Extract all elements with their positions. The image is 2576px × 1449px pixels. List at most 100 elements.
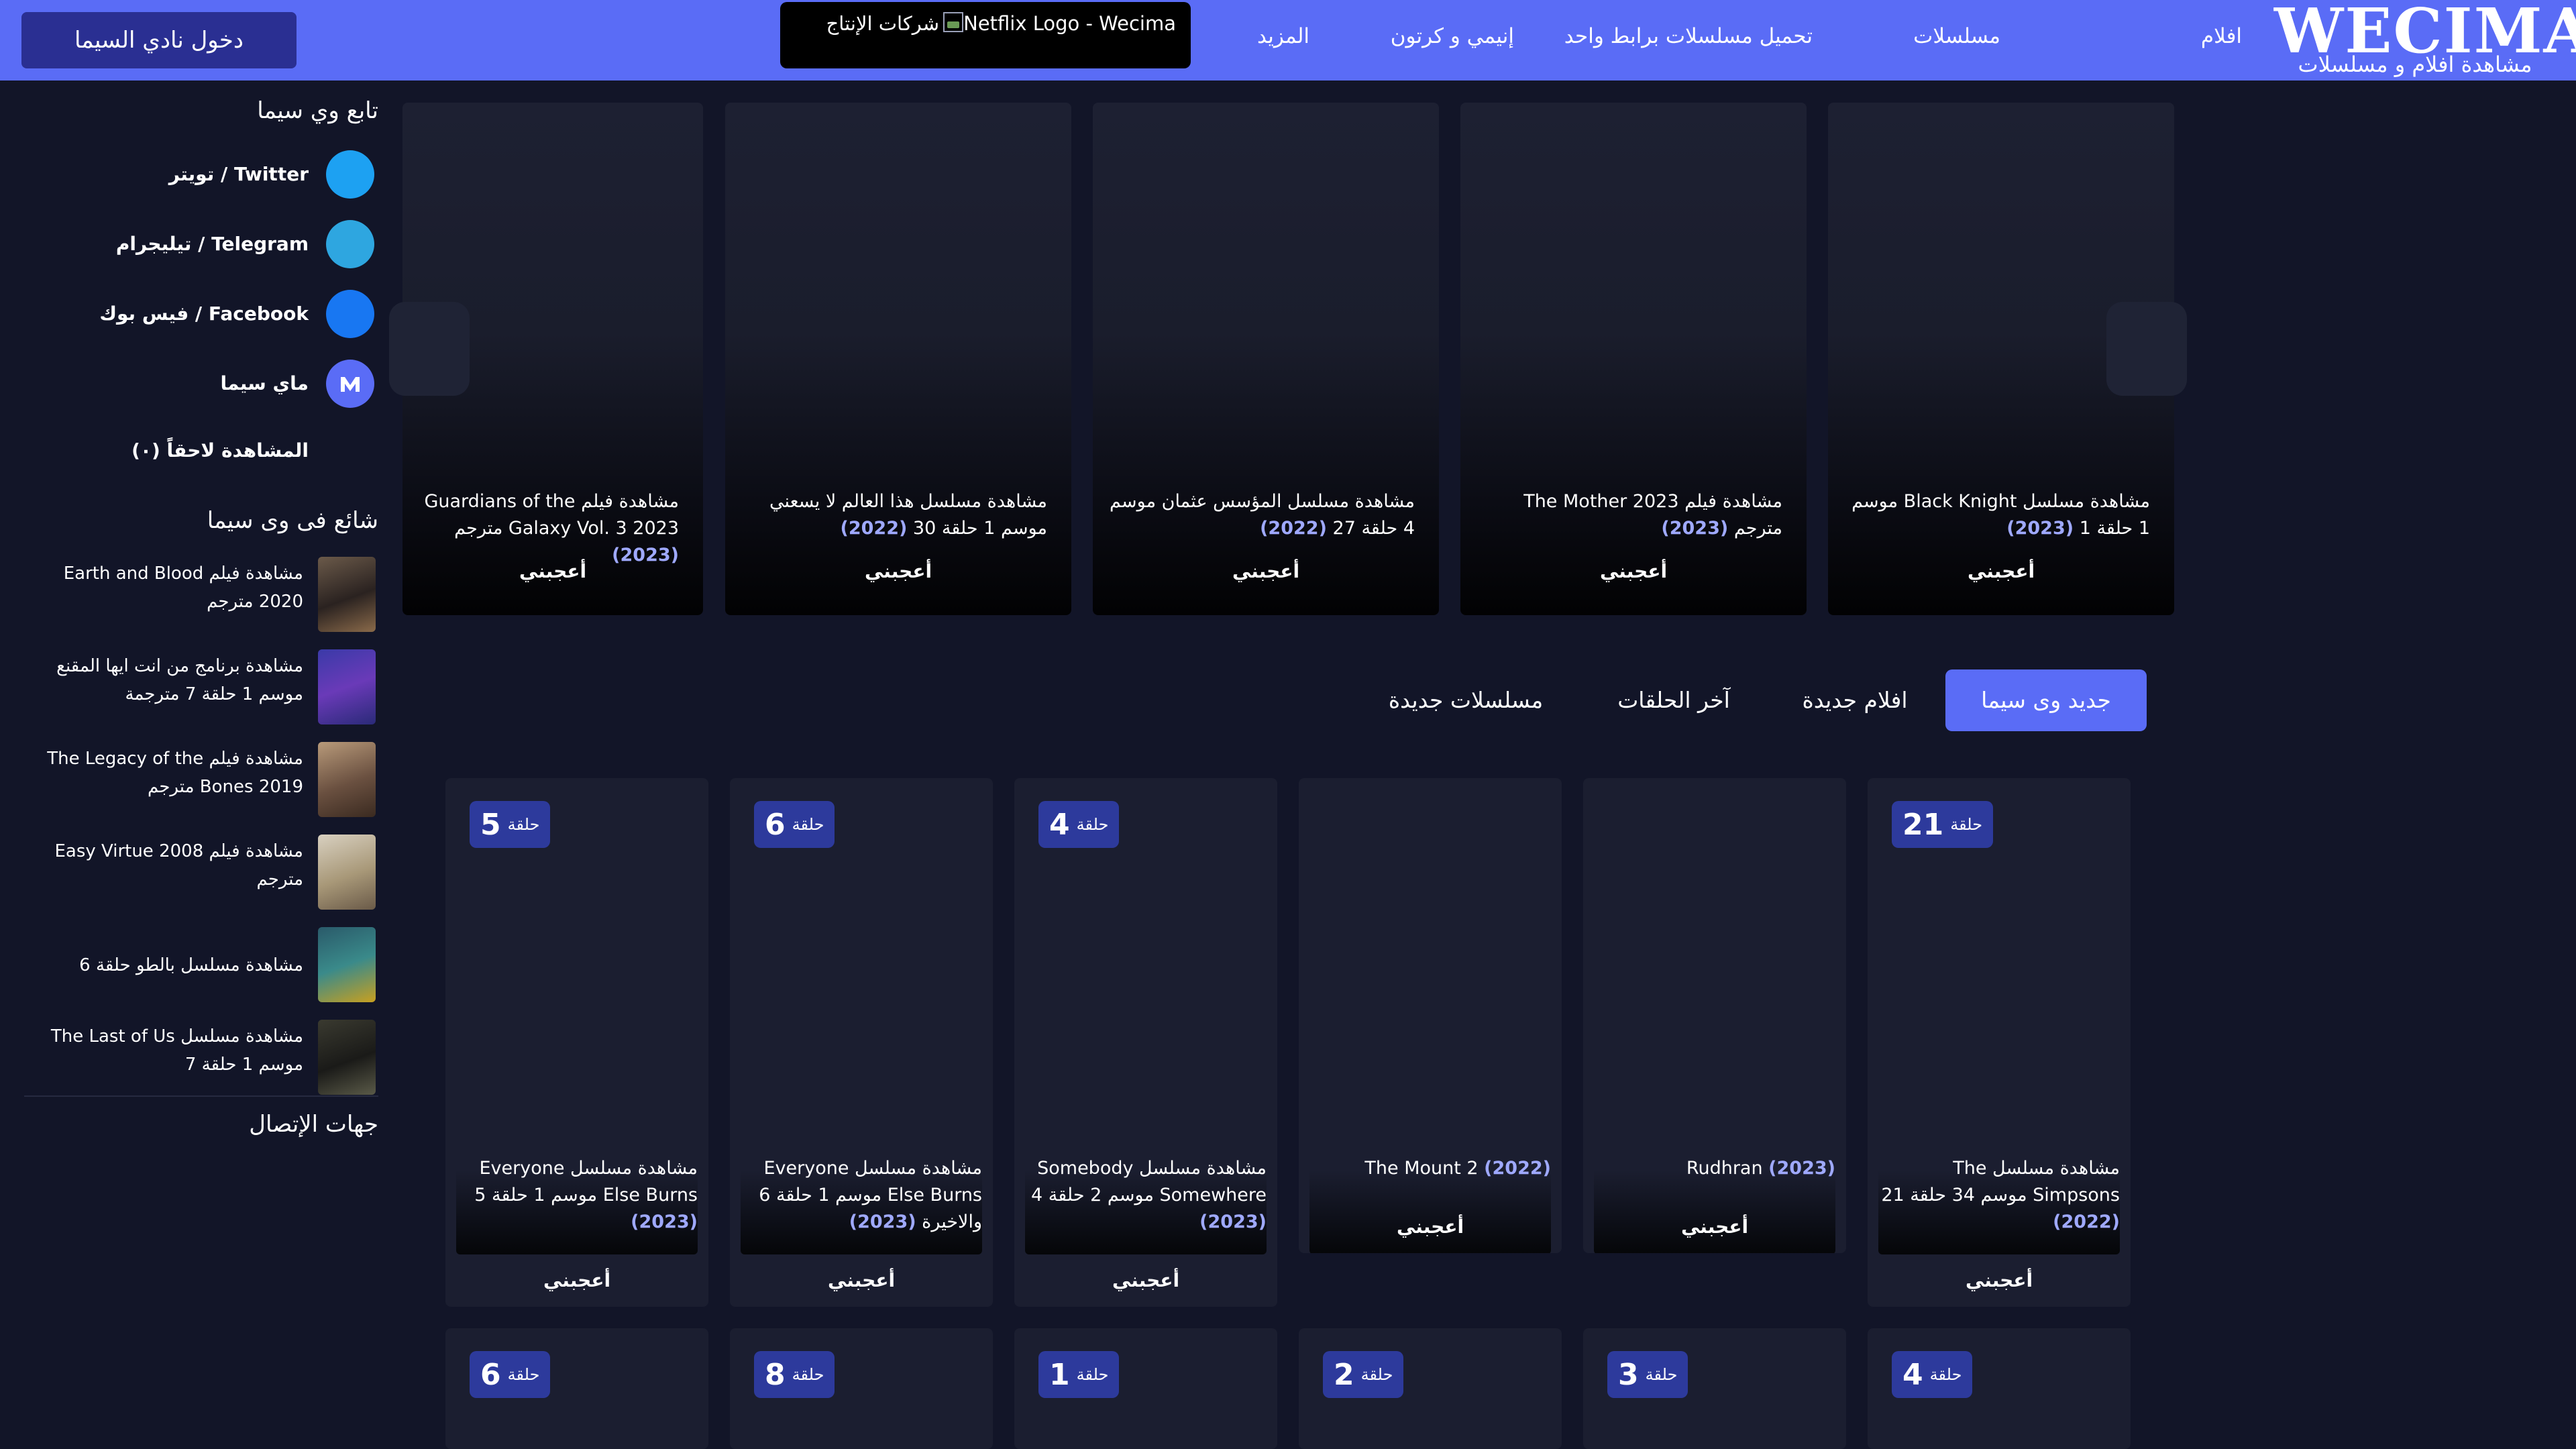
episode-word: حلقة <box>1360 1365 1393 1384</box>
episode-number: 4 <box>1902 1357 1923 1392</box>
like-button[interactable]: أعجبني <box>402 560 703 582</box>
media-title-text: مشاهدة مسلسل The Simpsons موسم 34 حلقة 2… <box>1881 1158 2120 1205</box>
carousel-card[interactable]: مشاهدة مسلسل المؤسس عثمان موسم 4 حلقة 27… <box>1093 103 1439 615</box>
media-year: (2023) <box>849 1212 916 1232</box>
carousel-card[interactable]: مشاهدة مسلسل هذا العالم لا يسعني موسم 1 … <box>725 103 1071 615</box>
trending-item[interactable]: مشاهدة مسلسل The Last of Us موسم 1 حلقة … <box>40 1020 376 1097</box>
episode-badge: حلقة 1 <box>1038 1351 1120 1398</box>
carousel-title-text: مشاهدة فيلم The Mother 2023 مترجم <box>1523 491 1782 539</box>
carousel-card-title: مشاهدة مسلسل Black Knight موسم 1 حلقة 1 … <box>1844 488 2150 542</box>
nav-anime-cartoon[interactable]: إنيمي و كرتون <box>1391 23 1514 50</box>
media-card[interactable]: حلقة 2 <box>1299 1328 1562 1449</box>
media-card[interactable]: حلقة 4 مشاهدة مسلسل Somebody Somewhere مو… <box>1014 778 1277 1307</box>
episode-word: حلقة <box>507 1365 540 1384</box>
sidebar: تابع وي سيما تويتر / Twitter تيليجرام / … <box>0 80 389 1449</box>
like-button[interactable]: أعجبني <box>1460 560 1807 582</box>
media-title: Rudhran (2023) <box>1593 1155 1835 1182</box>
episode-number: 2 <box>1334 1357 1354 1392</box>
carousel-next-arrow[interactable] <box>389 302 470 396</box>
trending-item[interactable]: مشاهدة برنامج من انت ايها المقنع موسم 1 … <box>40 649 376 727</box>
tab-new-series[interactable]: مسلسلات جديدة <box>1355 669 1576 731</box>
production-companies-menu[interactable]: Netflix Logo - Wecima شركات الإنتاج <box>780 2 1191 68</box>
media-card[interactable]: حلقة 6 <box>445 1328 708 1449</box>
like-button[interactable]: أعجبني <box>725 560 1071 582</box>
netflix-logo-image: Netflix Logo - Wecima <box>941 11 1176 36</box>
media-title-text: مشاهدة مسلسل Everyone Else Burns موسم 1 … <box>474 1158 698 1205</box>
episode-badge: حلقة 8 <box>754 1351 835 1398</box>
carousel-title-text: مشاهدة فيلم Guardians of the Galaxy Vol.… <box>424 491 679 539</box>
social-mycima[interactable]: ماي سيما <box>25 360 374 408</box>
cinema-club-login-button[interactable]: دخول نادي السيما <box>21 12 297 68</box>
logo-wordmark: WECIMA <box>2274 0 2576 67</box>
media-year: (2023) <box>631 1212 698 1232</box>
episode-number: 21 <box>1902 807 1944 842</box>
trending-item[interactable]: مشاهدة مسلسل بالطو حلقة 6 <box>40 927 376 1005</box>
episode-word: حلقة <box>507 815 540 834</box>
media-title-text: The Mount 2 <box>1364 1158 1479 1179</box>
trending-item[interactable]: مشاهدة فيلم Easy Virtue 2008 مترجم <box>40 835 376 912</box>
media-card[interactable]: حلقة 6 مشاهدة مسلسل Everyone Else Burns م… <box>730 778 993 1307</box>
episode-number: 5 <box>480 807 501 842</box>
episode-badge: حلقة 2 <box>1323 1351 1404 1398</box>
media-card[interactable]: حلقة 5 مشاهدة مسلسل Everyone Else Burns م… <box>445 778 708 1307</box>
mycima-icon <box>326 360 374 408</box>
social-facebook[interactable]: فيس بوك / Facebook <box>25 290 374 338</box>
media-card[interactable]: حلقة 4 <box>1868 1328 2131 1449</box>
media-card[interactable]: حلقة 21 مشاهدة مسلسل The Simpsons موسم 34… <box>1868 778 2131 1307</box>
episode-number: 6 <box>480 1357 501 1392</box>
tab-new-movies[interactable]: افلام جديدة <box>1771 669 1939 731</box>
trending-item-title: مشاهدة فيلم Earth and Blood 2020 مترجم <box>63 564 303 612</box>
media-card[interactable]: The Mount 2 (2022) أعجبني <box>1299 778 1562 1253</box>
episode-badge: حلقة 3 <box>1607 1351 1688 1398</box>
trending-item-title: مشاهدة فيلم Easy Virtue 2008 مترجم <box>54 841 303 890</box>
site-logo[interactable]: WECIMA مشاهدة افلام و مسلسلات <box>2274 0 2576 76</box>
nav-series-download[interactable]: تحميل مسلسلات برابط واحد <box>1564 23 1813 50</box>
media-card[interactable]: حلقة 1 <box>1014 1328 1277 1449</box>
like-button[interactable]: أعجبني <box>1828 560 2174 582</box>
media-card[interactable]: حلقة 8 <box>730 1328 993 1449</box>
episode-word: حلقة <box>1645 1365 1678 1384</box>
like-button[interactable]: أعجبني <box>730 1269 993 1291</box>
media-poster <box>1594 785 1835 1253</box>
nav-series[interactable]: مسلسلات <box>1913 23 2000 50</box>
carousel-card-title: مشاهدة فيلم The Mother 2023 مترجم (2023) <box>1477 488 1782 542</box>
carousel-title-text: مشاهدة مسلسل هذا العالم لا يسعني موسم 1 … <box>769 491 1047 539</box>
social-facebook-label: فيس بوك / Facebook <box>99 303 309 325</box>
media-card[interactable]: حلقة 3 <box>1583 1328 1846 1449</box>
telegram-icon <box>326 220 374 268</box>
episode-badge: حلقة 5 <box>470 801 551 848</box>
like-button[interactable]: أعجبني <box>1583 1216 1846 1238</box>
like-button[interactable]: أعجبني <box>1868 1269 2131 1291</box>
carousel-title-text: مشاهدة مسلسل Black Knight موسم 1 حلقة 1 <box>1851 491 2150 539</box>
carousel-card[interactable]: مشاهدة فيلم The Mother 2023 مترجم (2023)… <box>1460 103 1807 615</box>
media-card[interactable]: Rudhran (2023) أعجبني <box>1583 778 1846 1253</box>
trending-item[interactable]: مشاهدة فيلم Earth and Blood 2020 مترجم <box>40 557 376 635</box>
tab-latest-episodes[interactable]: آخر الحلقات <box>1597 669 1751 731</box>
nav-more[interactable]: المزيد <box>1257 23 1309 50</box>
social-twitter[interactable]: تويتر / Twitter <box>25 150 374 199</box>
watch-later-link[interactable]: المشاهدة لاحقاً (٠) <box>131 437 309 464</box>
media-title: The Mount 2 (2022) <box>1308 1155 1551 1182</box>
episode-badge: حلقة 6 <box>754 801 835 848</box>
trending-item-title: مشاهدة فيلم The Legacy of the Bones 2019… <box>47 749 303 797</box>
like-button[interactable]: أعجبني <box>1299 1216 1562 1238</box>
social-telegram[interactable]: تيليجرام / Telegram <box>25 220 374 268</box>
carousel-card-title: مشاهدة فيلم Guardians of the Galaxy Vol.… <box>419 488 679 569</box>
media-year: (2023) <box>1768 1158 1835 1179</box>
broken-image-icon <box>943 12 964 32</box>
carousel-prev-arrow[interactable] <box>2106 302 2187 396</box>
episode-number: 4 <box>1049 807 1070 842</box>
episode-number: 3 <box>1618 1357 1639 1392</box>
nav-movies[interactable]: افلام <box>2201 23 2242 50</box>
like-button[interactable]: أعجبني <box>445 1269 708 1291</box>
trending-item[interactable]: مشاهدة فيلم The Legacy of the Bones 2019… <box>40 742 376 820</box>
episode-badge: حلقة 4 <box>1892 1351 1973 1398</box>
media-title-text: Rudhran <box>1686 1158 1763 1179</box>
like-button[interactable]: أعجبني <box>1014 1269 1277 1291</box>
contact-title[interactable]: جهات الإتصال <box>249 1110 378 1139</box>
episode-badge: حلقة 6 <box>470 1351 551 1398</box>
like-button[interactable]: أعجبني <box>1093 560 1439 582</box>
tab-new-wecima[interactable]: جديد وى سيما <box>1945 669 2147 731</box>
media-title: مشاهدة مسلسل Everyone Else Burns موسم 1 … <box>455 1155 698 1236</box>
episode-word: حلقة <box>1076 1365 1109 1384</box>
